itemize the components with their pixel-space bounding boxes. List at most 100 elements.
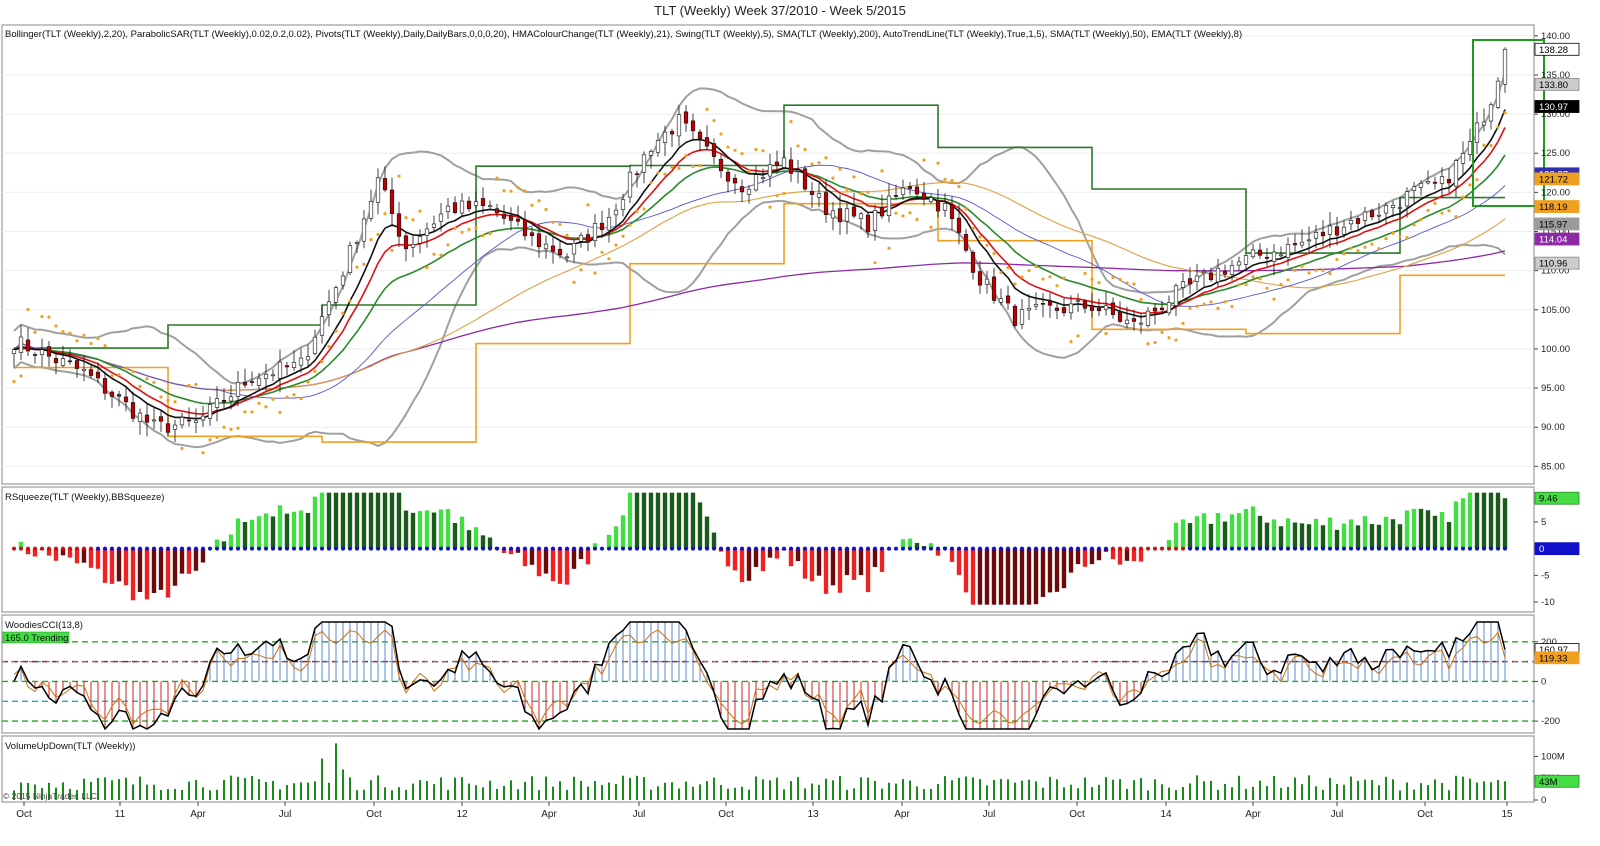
candle-body (865, 214, 871, 233)
candle-body (767, 164, 773, 177)
squeeze-bar (543, 548, 549, 574)
volume-bar (1350, 776, 1352, 800)
squeeze-dot (1230, 546, 1234, 551)
squeeze-bar (1271, 519, 1277, 549)
volume-bar (867, 777, 869, 800)
psar-dot (684, 154, 688, 158)
candle-body (18, 336, 24, 353)
psar-dot (1503, 111, 1507, 115)
squeeze-dot (740, 546, 744, 551)
squeeze-bar (305, 513, 311, 549)
volume-value-tags: 43M (1534, 774, 1580, 788)
candle-body (809, 191, 815, 195)
psar-dot (733, 148, 737, 152)
volume-bar (1084, 777, 1086, 800)
squeeze-dot (446, 546, 450, 551)
candle-body (676, 114, 682, 137)
psar-dot (614, 243, 618, 247)
psar-dot (768, 205, 772, 209)
squeeze-dot (1468, 546, 1472, 551)
squeeze-dot (782, 546, 786, 551)
squeeze-dot (621, 546, 625, 551)
volume-bar (216, 789, 218, 800)
x-tick-label: Jul (1331, 809, 1344, 820)
squeeze-dot (1307, 546, 1311, 551)
squeeze-bar (256, 516, 262, 549)
psar-dot (509, 189, 513, 193)
psar-dot (957, 185, 961, 189)
psar-dot (747, 169, 751, 173)
squeeze-bar (1005, 548, 1011, 605)
psar-dot (929, 225, 933, 229)
volume-bar (1028, 779, 1030, 800)
candle-body (375, 177, 381, 203)
volume-bar (202, 787, 204, 800)
squeeze-dot (488, 546, 492, 551)
cci-panel[interactable]: WoodiesCCI(13,8) 165.0 Trending 2000-200… (1, 614, 1580, 734)
psar-dot (250, 410, 254, 414)
squeeze-bar (326, 492, 332, 549)
psar-dot (47, 315, 51, 319)
volume-bar (1189, 783, 1191, 800)
x-tick-label: Oct (366, 809, 382, 820)
volume-bar (1357, 780, 1359, 800)
cci-label: WoodiesCCI(13,8) (5, 620, 83, 631)
psar-dot (159, 395, 163, 399)
squeeze-bar (1376, 524, 1382, 549)
squeeze-dot (978, 546, 982, 551)
squeeze-bar (655, 492, 661, 549)
squeeze-label: RSqueeze(TLT (Weekly),BBSqueeze) (5, 492, 164, 503)
candle-body (1481, 121, 1487, 126)
squeeze-bar (753, 548, 759, 567)
squeeze-y-axis: 5 0 -5 -10 (1534, 517, 1555, 608)
psar-dot (243, 410, 247, 414)
candle-body (473, 201, 479, 206)
psar-dot (1209, 300, 1213, 304)
psar-dot (1111, 275, 1115, 280)
x-tick-label: Jul (633, 809, 646, 820)
volume-panel[interactable]: VolumeUpDown(TLT (Weekly)) 100M50M0 43M (1, 735, 1580, 806)
squeeze-bar (1194, 516, 1200, 549)
price-y-tick-label: 100.00 (1541, 344, 1570, 355)
candle-body (452, 202, 458, 213)
candle-body (424, 228, 430, 236)
psar-dot (467, 227, 471, 232)
squeeze-bar (571, 548, 577, 569)
squeeze-dot (1391, 546, 1395, 551)
candle-body (480, 198, 486, 207)
squeeze-bar (459, 516, 465, 549)
psar-dot (1097, 281, 1101, 285)
squeeze-bar (1243, 508, 1249, 549)
psar-dot (320, 359, 324, 364)
squeeze-bar (1026, 548, 1032, 605)
psar-dot (236, 426, 240, 430)
squeeze-bar (193, 548, 199, 571)
squeeze-dot (250, 546, 254, 551)
volume-bar (139, 776, 141, 800)
squeeze-dot (894, 546, 898, 551)
squeeze-bar (557, 548, 563, 584)
candle-body (333, 287, 339, 303)
volume-bar (594, 781, 596, 800)
squeeze-bar (1047, 548, 1053, 593)
candle-body (1110, 302, 1116, 315)
squeeze-dot (677, 546, 681, 551)
squeeze-bar (1264, 522, 1270, 549)
squeeze-bar (340, 492, 346, 549)
psar-dot (887, 246, 891, 250)
candle-body (991, 276, 997, 301)
psar-dot (586, 203, 590, 207)
candle-body (74, 360, 80, 369)
volume-bar (818, 784, 820, 800)
psar-dot (278, 410, 282, 414)
squeeze-dot (215, 546, 219, 551)
volume-bar (909, 780, 911, 800)
price-tag: 133.80 (1539, 80, 1568, 91)
squeeze-panel[interactable]: RSqueeze(TLT (Weekly),BBSqueeze) 5 0 -5 -10… (1, 486, 1580, 613)
price-panel[interactable]: Bollinger(TLT (Weekly),2,20), ParabolicS… (1, 24, 1580, 485)
psar-dot (621, 234, 625, 238)
psar-dot (1482, 143, 1486, 147)
squeeze-dot (369, 546, 373, 551)
volume-bar (356, 790, 358, 800)
volume-bar (153, 784, 155, 800)
